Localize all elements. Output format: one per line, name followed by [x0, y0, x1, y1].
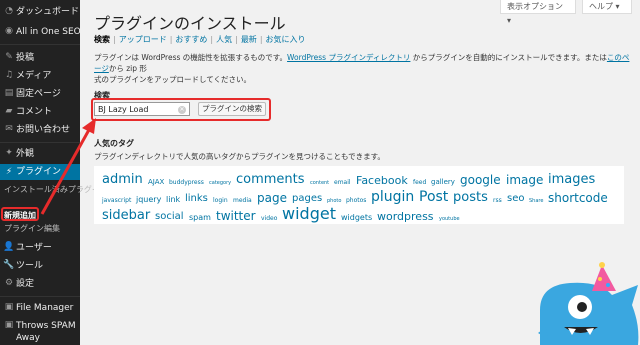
monster-mascot-icon — [538, 262, 639, 345]
